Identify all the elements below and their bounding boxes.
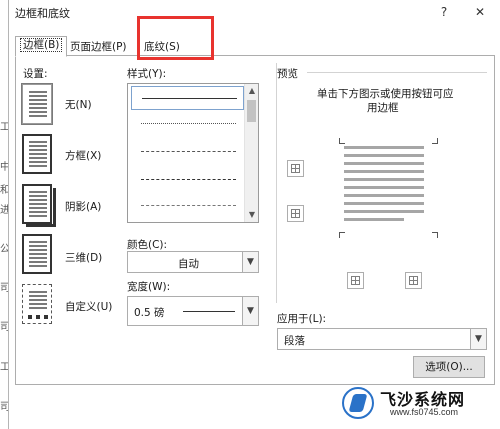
left-border-button[interactable] xyxy=(347,272,364,289)
preview-label: 预览 xyxy=(277,68,298,80)
style-option-dashed[interactable] xyxy=(131,168,244,192)
preview-corner-tl xyxy=(339,138,345,144)
preview-hint-line2: 用边框 xyxy=(367,102,399,114)
tab-page-border[interactable]: 页面边框(P) xyxy=(65,38,132,56)
style-option-dashed-small[interactable] xyxy=(131,140,244,164)
border-top-icon xyxy=(291,164,300,173)
width-value: 0.5 磅 xyxy=(134,307,165,319)
right-border-button[interactable] xyxy=(405,272,422,289)
scroll-down-icon[interactable]: ▼ xyxy=(245,208,259,222)
tab-page-border-label: 页面边框(P) xyxy=(70,41,127,53)
tab-bar: 边框(B) 页面边框(P) 底纹(S) xyxy=(9,34,500,57)
setting-shadow-label[interactable]: 阴影(A) xyxy=(65,199,101,214)
style-label: 样式(Y): xyxy=(127,68,167,80)
setting-box-icon[interactable] xyxy=(22,134,52,174)
setting-3d-label[interactable]: 三维(D) xyxy=(65,250,102,265)
setting-custom-icon[interactable] xyxy=(22,284,52,324)
width-label: 宽度(W): xyxy=(127,281,171,293)
width-sample-line xyxy=(183,311,235,312)
width-dropdown[interactable]: 0.5 磅 ▼ xyxy=(127,296,259,326)
borders-shading-dialog: 边框和底纹 ? ✕ 边框(B) 页面边框(P) 底纹(S) 设置: 无(N) 方… xyxy=(8,0,500,429)
chevron-down-icon[interactable]: ▼ xyxy=(470,329,486,349)
title-bar: 边框和底纹 ? ✕ xyxy=(9,0,500,24)
setting-custom-label[interactable]: 自定义(U) xyxy=(65,299,112,314)
style-option-dash-dot[interactable] xyxy=(131,194,244,218)
top-border-button[interactable] xyxy=(287,160,304,177)
style-scrollbar[interactable]: ▲ ▼ xyxy=(244,84,258,222)
preview-corner-br xyxy=(432,232,438,238)
setting-none-icon[interactable] xyxy=(21,83,53,125)
preview-rule xyxy=(307,72,487,73)
border-inside-icon xyxy=(291,209,300,218)
help-button[interactable]: ? xyxy=(433,3,455,21)
style-option-solid[interactable] xyxy=(131,86,244,110)
preview-corner-tr xyxy=(432,138,438,144)
scroll-thumb[interactable] xyxy=(247,100,256,122)
scroll-up-icon[interactable]: ▲ xyxy=(245,84,259,98)
preview-corner-bl xyxy=(339,232,345,238)
apply-to-dropdown[interactable]: 段落 ▼ xyxy=(277,328,487,350)
setting-box-label[interactable]: 方框(X) xyxy=(65,148,101,163)
highlight-box xyxy=(137,16,214,60)
color-dropdown[interactable]: 自动 ▼ xyxy=(127,251,259,273)
setting-none-label[interactable]: 无(N) xyxy=(65,97,92,112)
options-button[interactable]: 选项(O)... xyxy=(413,356,485,378)
apply-to-label: 应用于(L): xyxy=(277,313,327,325)
color-label: 颜色(C): xyxy=(127,239,168,251)
style-listbox[interactable]: ▲ ▼ xyxy=(127,83,259,223)
setting-3d-icon[interactable] xyxy=(22,234,52,274)
middle-border-button[interactable] xyxy=(287,205,304,222)
apply-to-value: 段落 xyxy=(284,335,305,347)
border-right-icon xyxy=(409,276,418,285)
tab-borders-label: 边框(B) xyxy=(20,38,63,52)
chevron-down-icon[interactable]: ▼ xyxy=(242,252,258,272)
close-button[interactable]: ✕ xyxy=(469,3,491,21)
style-option-dotted[interactable] xyxy=(131,112,244,136)
watermark-url: www.fs0745.com xyxy=(390,407,459,417)
preview-hint-line1: 单击下方图示或使用按钮可应 xyxy=(317,88,454,100)
setting-shadow-icon[interactable] xyxy=(22,184,52,224)
tab-borders[interactable]: 边框(B) xyxy=(15,36,68,57)
border-left-icon xyxy=(351,276,360,285)
dialog-title: 边框和底纹 xyxy=(15,7,70,20)
watermark-logo-icon xyxy=(342,387,374,419)
watermark: 飞沙系统网 www.fs0745.com xyxy=(342,385,492,421)
chevron-down-icon[interactable]: ▼ xyxy=(242,297,258,325)
preview-divider xyxy=(276,63,277,303)
color-value: 自动 xyxy=(178,258,199,270)
setting-label: 设置: xyxy=(23,68,48,80)
